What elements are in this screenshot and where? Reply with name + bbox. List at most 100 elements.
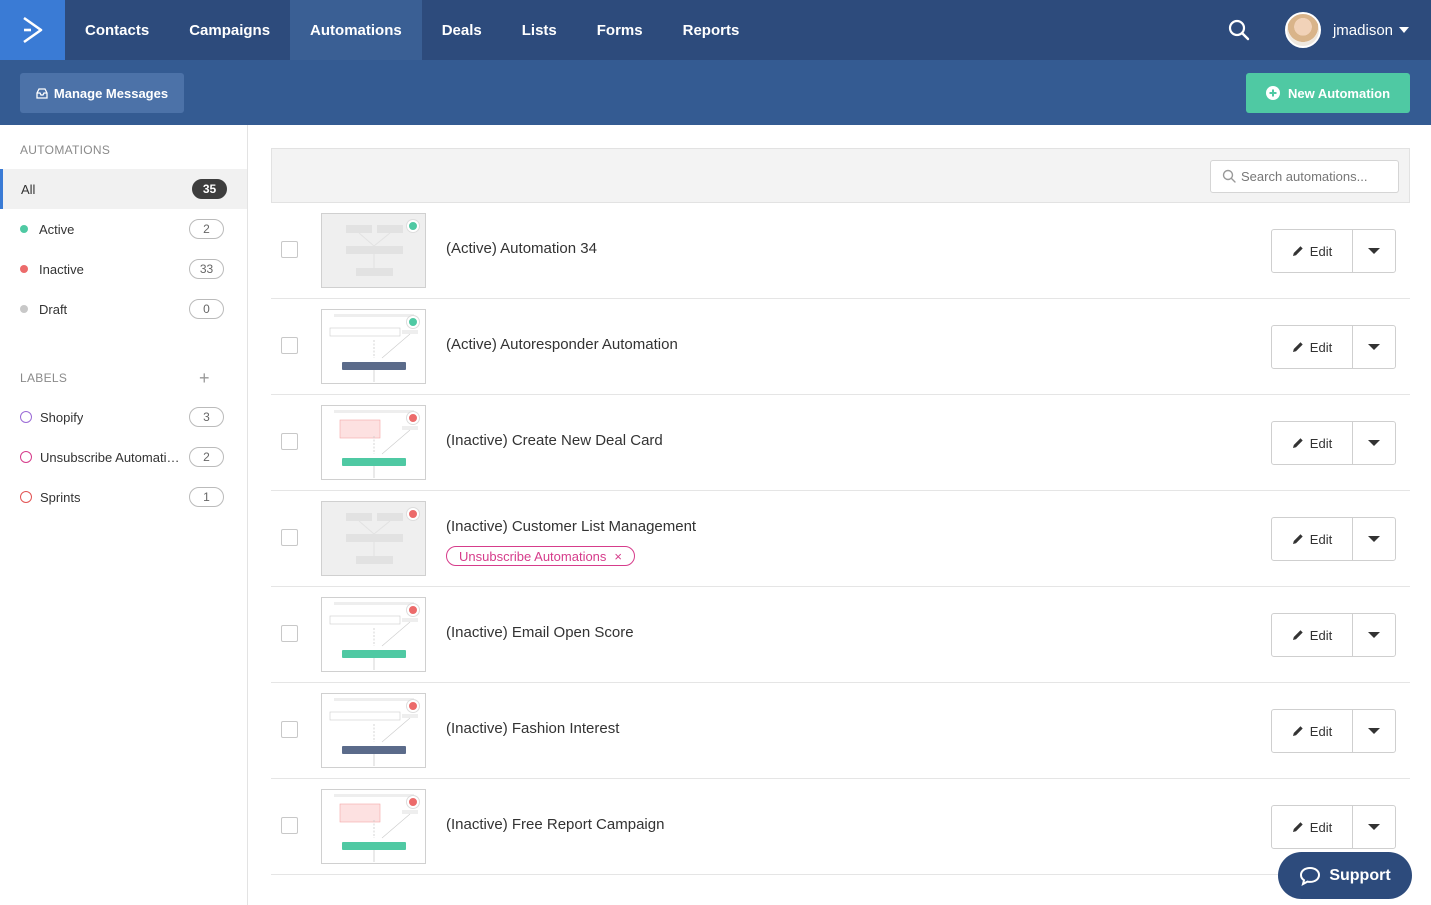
automation-name[interactable]: (Inactive) Create New Deal Card [446, 432, 663, 449]
support-label: Support [1329, 866, 1391, 884]
edit-button[interactable]: Edit [1272, 422, 1353, 464]
edit-label: Edit [1309, 531, 1333, 547]
row-select-checkbox[interactable] [281, 817, 298, 834]
filter-active-count: 2 [189, 219, 224, 239]
row-select-checkbox[interactable] [281, 721, 298, 738]
pencil-icon [1292, 246, 1303, 256]
nav-lists[interactable]: Lists [502, 0, 577, 60]
label-ring-icon [20, 451, 32, 463]
automation-thumbnail[interactable] [321, 213, 426, 288]
row-actions-dropdown[interactable] [1353, 710, 1395, 752]
chevron-down-icon [1368, 728, 1380, 734]
nav-automations[interactable]: Automations [290, 0, 422, 60]
manage-messages-button[interactable]: Manage Messages [20, 73, 184, 113]
edit-button-group: Edit [1271, 325, 1396, 369]
filter-draft[interactable]: Draft 0 [0, 289, 247, 329]
automation-row: (Inactive) Customer List Management Unsub… [271, 491, 1410, 587]
nav-forms[interactable]: Forms [577, 0, 663, 60]
row-actions-dropdown[interactable] [1353, 422, 1395, 464]
draft-status-dot-icon [20, 305, 28, 313]
search-icon [1228, 19, 1250, 41]
automation-row: (Inactive) Create New Deal Card Edit [271, 395, 1410, 491]
label-shopify-text: Shopify [40, 409, 84, 425]
add-label-button[interactable]: + [199, 368, 210, 389]
nav-contacts[interactable]: Contacts [65, 0, 169, 60]
avatar[interactable] [1284, 12, 1321, 48]
remove-label-icon[interactable]: × [614, 549, 622, 564]
new-automation-label: New Automation [1287, 85, 1391, 101]
automation-thumbnail[interactable] [321, 693, 426, 768]
nav-reports[interactable]: Reports [663, 0, 760, 60]
edit-button[interactable]: Edit [1272, 614, 1353, 656]
label-shopify-count: 3 [189, 407, 224, 427]
plus-circle-icon [1265, 86, 1280, 100]
pencil-icon [1292, 822, 1303, 832]
chevron-down-icon [1368, 344, 1380, 350]
automation-thumbnail[interactable] [321, 789, 426, 864]
row-select-checkbox[interactable] [281, 625, 298, 642]
filter-draft-label: Draft [39, 301, 68, 317]
label-shopify[interactable]: Shopify 3 [0, 397, 247, 437]
automation-name[interactable]: (Inactive) Fashion Interest [446, 720, 619, 737]
row-actions-dropdown[interactable] [1353, 518, 1395, 560]
chat-bubble-icon [1300, 866, 1321, 886]
automation-name[interactable]: (Active) Autoresponder Automation [446, 336, 678, 353]
main-menu: Contacts Campaigns Automations Deals Lis… [65, 0, 759, 60]
edit-button-group: Edit [1271, 709, 1396, 753]
filter-all[interactable]: All 35 [0, 169, 247, 209]
row-select-checkbox[interactable] [281, 529, 298, 546]
support-button[interactable]: Support [1278, 852, 1412, 899]
edit-button[interactable]: Edit [1272, 326, 1353, 368]
row-actions-dropdown[interactable] [1353, 614, 1395, 656]
top-navigation: Contacts Campaigns Automations Deals Lis… [0, 0, 1431, 60]
row-select-checkbox[interactable] [281, 241, 298, 258]
edit-button[interactable]: Edit [1272, 710, 1353, 752]
active-status-dot-icon [407, 220, 419, 232]
new-automation-button[interactable]: New Automation [1246, 73, 1410, 113]
automation-thumbnail[interactable] [321, 309, 426, 384]
row-select-checkbox[interactable] [281, 337, 298, 354]
search-automations-input[interactable] [1210, 160, 1399, 193]
edit-label: Edit [1309, 819, 1333, 835]
filter-all-count: 35 [192, 179, 227, 199]
edit-button[interactable]: Edit [1272, 230, 1353, 272]
edit-label: Edit [1309, 339, 1333, 355]
row-actions-dropdown[interactable] [1353, 230, 1395, 272]
inactive-status-dot-icon [407, 604, 419, 616]
chevron-down-icon[interactable] [1399, 27, 1409, 33]
page-actions-bar: Manage Messages New Automation [0, 60, 1431, 125]
label-unsubscribe-automations[interactable]: Unsubscribe Automations 2 [0, 437, 247, 477]
automation-name[interactable]: (Inactive) Customer List Management [446, 518, 696, 535]
edit-button-group: Edit [1271, 805, 1396, 849]
edit-button-group: Edit [1271, 517, 1396, 561]
pencil-icon [1292, 534, 1303, 544]
chevron-down-icon [1368, 824, 1380, 830]
username[interactable]: jmadison [1333, 22, 1393, 39]
row-actions-dropdown[interactable] [1353, 326, 1395, 368]
filter-active[interactable]: Active 2 [0, 209, 247, 249]
active-status-dot-icon [407, 316, 419, 328]
automation-thumbnail[interactable] [321, 501, 426, 576]
inactive-status-dot-icon [407, 796, 419, 808]
automation-thumbnail[interactable] [321, 405, 426, 480]
edit-button[interactable]: Edit [1272, 518, 1353, 560]
label-sprints[interactable]: Sprints 1 [0, 477, 247, 517]
edit-label: Edit [1309, 723, 1333, 739]
nav-deals[interactable]: Deals [422, 0, 502, 60]
filter-all-label: All [21, 181, 36, 197]
chevron-down-icon [1368, 536, 1380, 542]
automation-name[interactable]: (Inactive) Free Report Campaign [446, 816, 664, 833]
chevron-down-icon [1368, 248, 1380, 254]
automation-name[interactable]: (Active) Automation 34 [446, 240, 597, 257]
row-select-checkbox[interactable] [281, 433, 298, 450]
edit-button-group: Edit [1271, 229, 1396, 273]
automation-thumbnail[interactable] [321, 597, 426, 672]
row-actions-dropdown[interactable] [1353, 806, 1395, 848]
filter-draft-count: 0 [189, 299, 224, 319]
edit-button[interactable]: Edit [1272, 806, 1353, 848]
filter-inactive[interactable]: Inactive 33 [0, 249, 247, 289]
automation-name[interactable]: (Inactive) Email Open Score [446, 624, 634, 641]
nav-campaigns[interactable]: Campaigns [169, 0, 290, 60]
app-logo[interactable] [0, 0, 65, 60]
global-search-button[interactable] [1219, 10, 1259, 50]
